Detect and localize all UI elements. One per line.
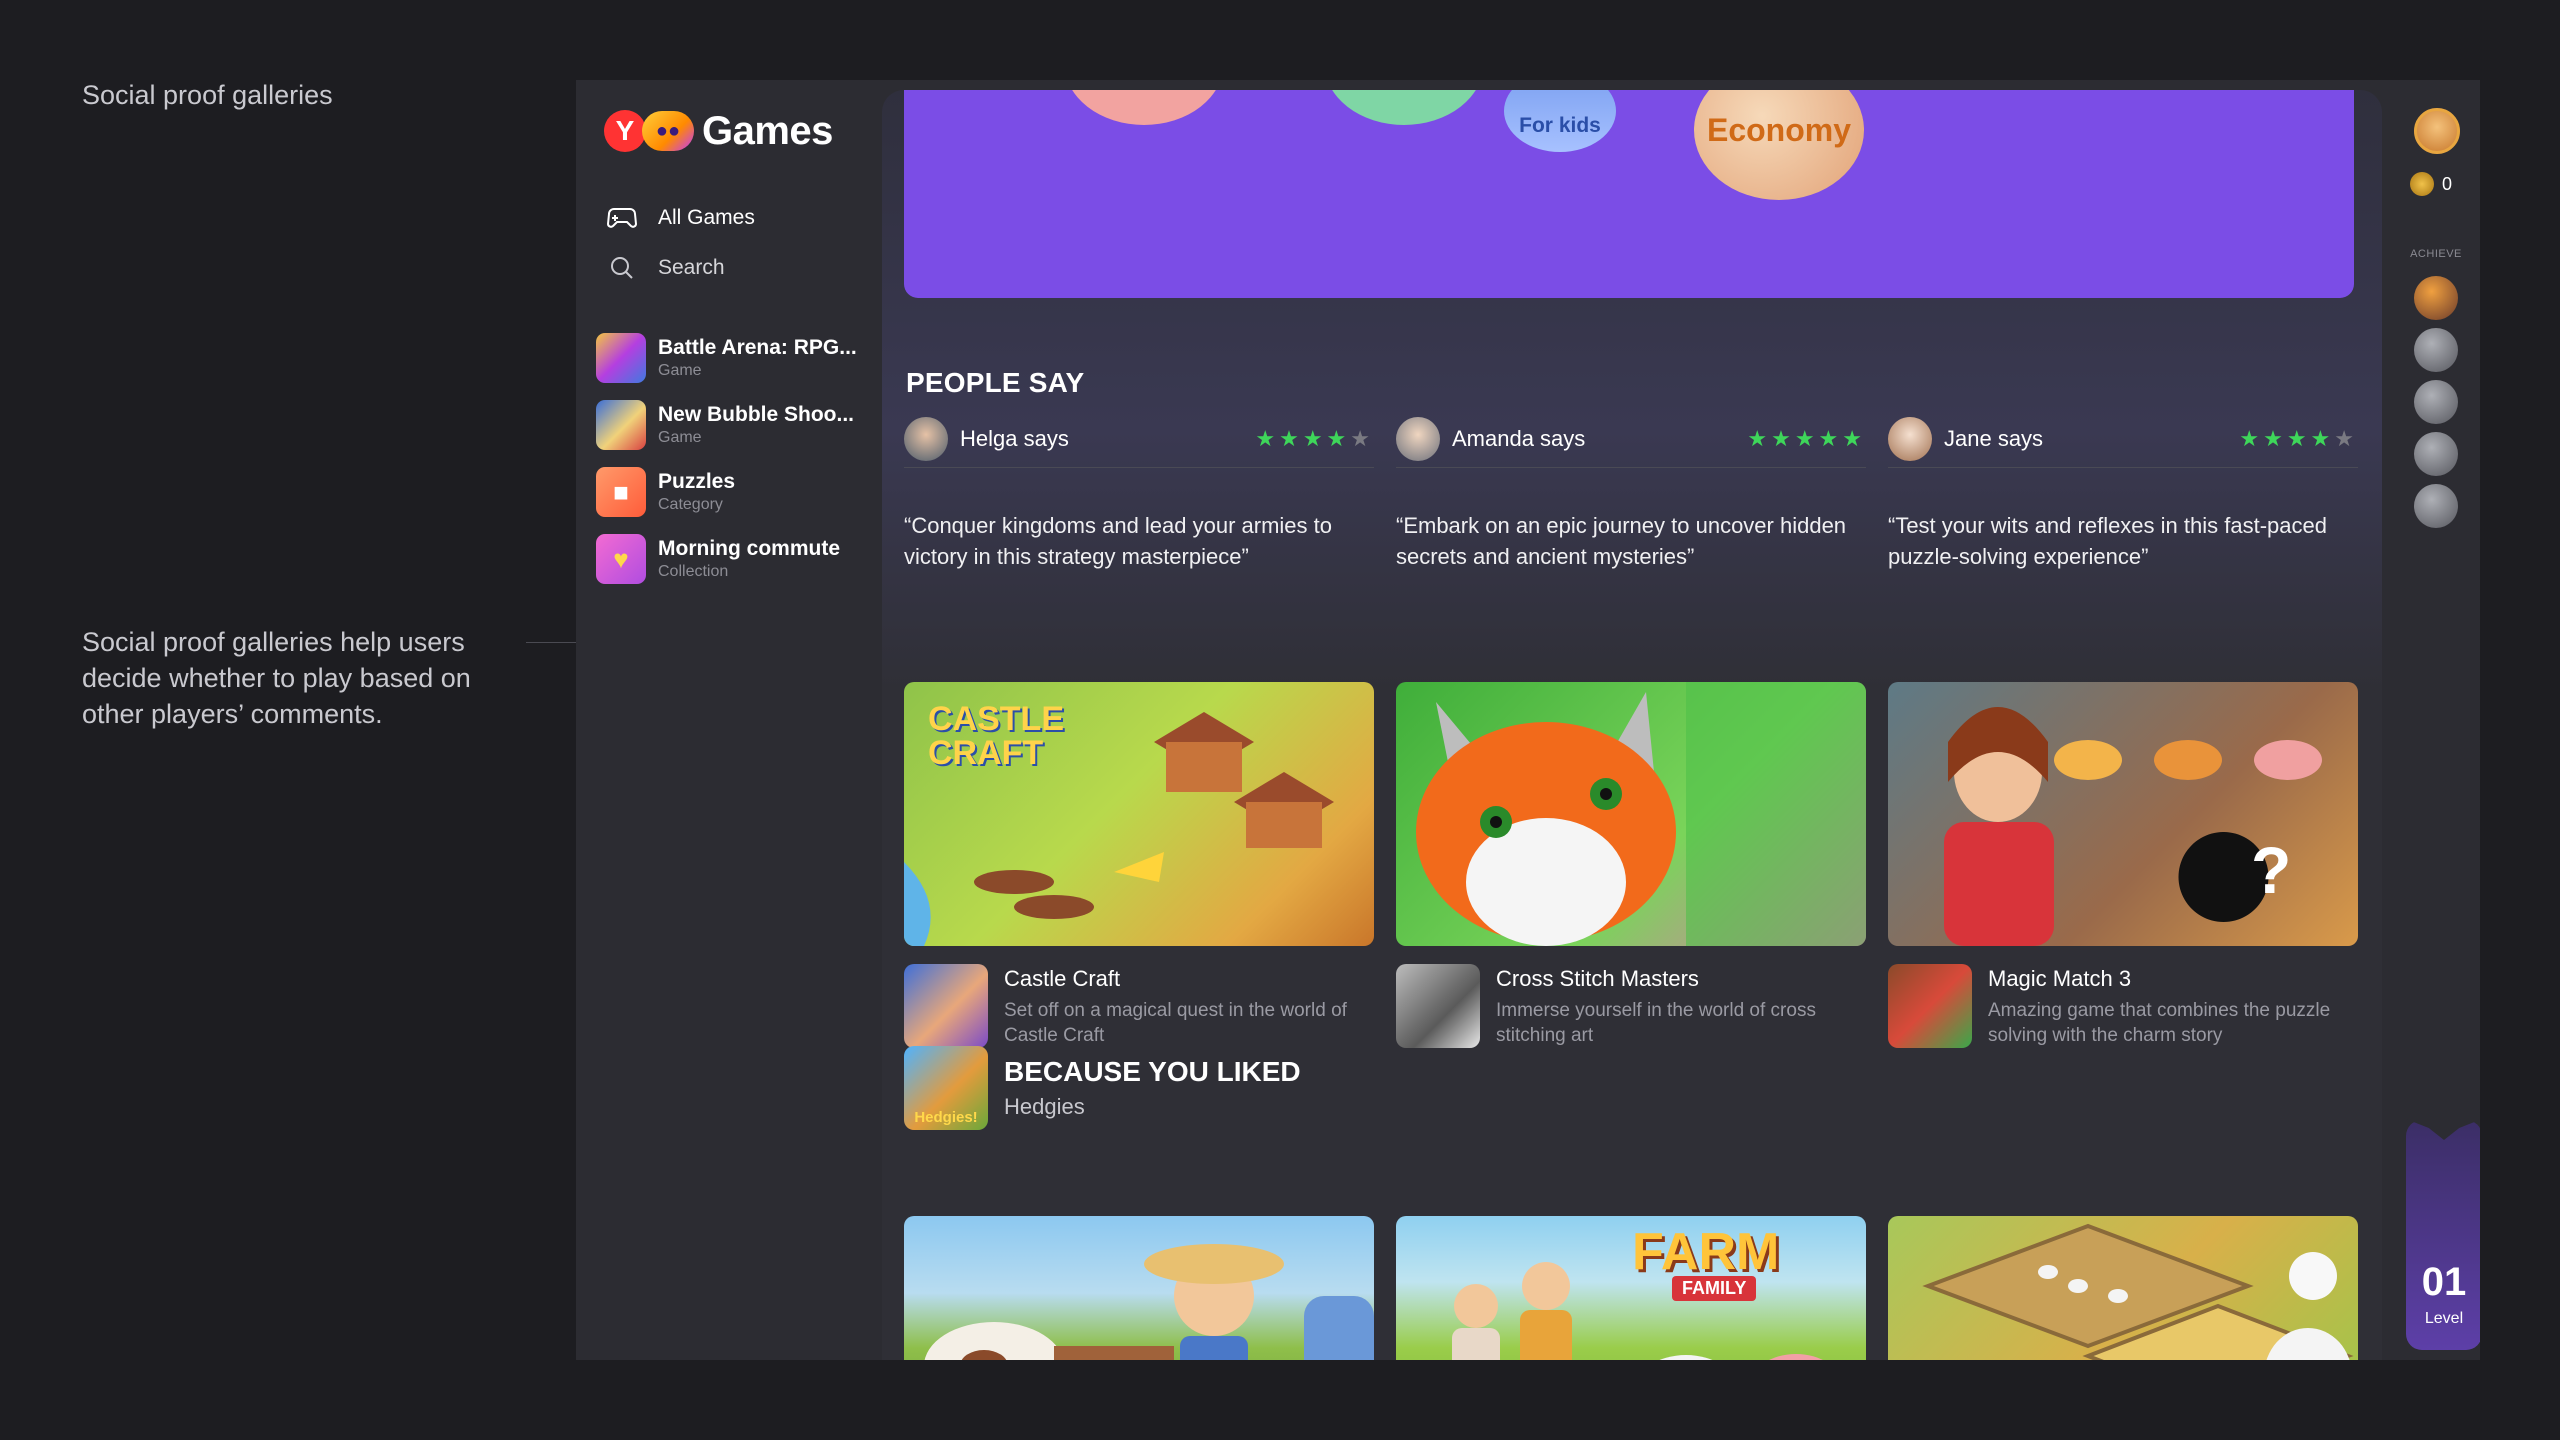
recommended-game-card[interactable]: [1888, 1216, 2358, 1360]
game-description: Amazing game that combines the puzzle so…: [1988, 1000, 2331, 1046]
review-quote: “Embark on an epic journey to uncover hi…: [1396, 513, 1847, 569]
user-avatar[interactable]: [2414, 108, 2460, 154]
gamepad-icon: [606, 202, 638, 234]
review-card: Helga says ★★★★★ “Conquer kingdoms and l…: [904, 410, 1374, 572]
recent-item-type: Game: [658, 429, 702, 446]
recent-item-battle-arena[interactable]: Battle Arena: RPG... Game: [596, 330, 876, 386]
achievement-badge-icon[interactable]: [2414, 432, 2458, 476]
farm-family-logo-subtitle: FAMILY: [1672, 1276, 1757, 1301]
game-icon: [1396, 964, 1480, 1048]
nav-all-games-label: All Games: [658, 206, 755, 229]
recent-item-name: New Bubble Shoo...: [658, 403, 855, 426]
games-app-window: Y ●● Games All Games Search Battle Arena…: [576, 80, 2480, 1360]
reviewer-name: Helga says: [960, 425, 1069, 451]
level-number: 01: [2421, 1260, 2467, 1304]
nav-search-label: Search: [658, 256, 725, 279]
category-bubble[interactable]: [1324, 90, 1484, 125]
star-rating: ★★★★★: [1255, 425, 1374, 451]
farm-girl-scene: [924, 1244, 1374, 1360]
recent-item-type: Game: [658, 362, 702, 379]
category-bubble[interactable]: [1064, 90, 1224, 125]
achievement-badge-icon[interactable]: [2414, 484, 2458, 528]
game-description: Set off on a magical quest in the world …: [1004, 1000, 1347, 1046]
yandex-logo-icon: Y: [604, 110, 646, 152]
farm-family-logo-title: FARM: [1632, 1223, 1780, 1281]
hedgies-game-icon[interactable]: Hedgies!: [904, 1046, 988, 1130]
review-card: Amanda says ★★★★★ “Embark on an epic jou…: [1396, 410, 1866, 572]
recommended-game-card[interactable]: [904, 1216, 1374, 1360]
game-icon: [904, 964, 988, 1048]
cross-stitch-image[interactable]: [1396, 682, 1866, 946]
category-banner: For kids Economy: [904, 90, 2354, 298]
logo-text: Games: [702, 108, 833, 153]
game-thumbnail: [596, 400, 646, 450]
review-card: Jane says ★★★★★ “Test your wits and refl…: [1888, 410, 2358, 572]
magic-match-image[interactable]: ?: [1888, 682, 2358, 946]
because-you-liked-heading: BECAUSE YOU LIKED: [1004, 1056, 1301, 1087]
sidebar: Y ●● Games All Games Search Battle Arena…: [576, 80, 882, 1360]
farm-family-scene: [1452, 1262, 1823, 1360]
nav-search[interactable]: Search: [606, 248, 725, 288]
category-bubble-economy[interactable]: Economy: [1694, 90, 1864, 200]
search-icon: [606, 252, 638, 284]
reviewer-name: Amanda says: [1452, 425, 1586, 451]
right-sidebar: 0 ACHIEVE 01 Level: [2392, 80, 2480, 1360]
hedgies-icon-text: Hedgies!: [914, 1109, 978, 1126]
level-label: Level: [2424, 1310, 2464, 1327]
achievement-badge-icon[interactable]: [2414, 380, 2458, 424]
pixel-fox-art: [1416, 682, 1866, 946]
recent-item-name: Morning commute: [658, 537, 840, 560]
main-content: For kids Economy PEOPLE SAY Helga says ★…: [882, 90, 2382, 1360]
star-rating: ★★★★★: [2239, 425, 2358, 451]
recent-item-morning-commute[interactable]: ♥ Morning commute Collection: [596, 531, 876, 587]
bomb-achievement-icon[interactable]: [2414, 276, 2458, 320]
nav-all-games[interactable]: All Games: [606, 198, 755, 238]
reviewer-avatar: [1888, 416, 1932, 461]
game-title: Magic Match 3: [1988, 966, 2132, 991]
coin-icon: [2410, 172, 2434, 196]
reviewer-avatar: [1396, 416, 1440, 461]
star-rating: ★★★★★: [1747, 425, 1866, 451]
category-bubble-for-kids[interactable]: For kids: [1504, 90, 1616, 152]
recent-item-name: Battle Arena: RPG...: [658, 336, 857, 359]
because-you-liked-subtitle: Hedgies: [1004, 1094, 1085, 1119]
game-item-castle-craft[interactable]: Castle Craft Set off on a magical quest i…: [904, 964, 1374, 1054]
coin-count: 0: [2442, 173, 2453, 194]
reviewer-name: Jane says: [1944, 425, 2044, 451]
game-description: Immerse yourself in the world of cross s…: [1496, 1000, 1816, 1046]
annotation-description: Social proof galleries help users decide…: [82, 627, 471, 729]
castle-craft-scene: [904, 712, 1334, 946]
castle-craft-image[interactable]: CASTLE CRAFT: [904, 682, 1374, 946]
coin-balance[interactable]: 0: [2410, 172, 2452, 196]
annotation-title: Social proof galleries: [82, 80, 333, 110]
recent-item-name: Puzzles: [658, 470, 736, 493]
recommended-game-card[interactable]: FARM FAMILY: [1396, 1216, 1866, 1360]
game-icon: [1888, 964, 1972, 1048]
review-quote: “Test your wits and reflexes in this fas…: [1888, 513, 2327, 569]
farm-fields-scene: [1922, 1223, 2354, 1360]
game-title: Castle Craft: [1004, 966, 1121, 991]
gamepad-logo-icon: ●●: [642, 111, 694, 151]
logo[interactable]: Y ●● Games: [604, 108, 833, 154]
game-title: Cross Stitch Masters: [1496, 966, 1699, 991]
achievements-label: ACHIEVE: [2410, 248, 2462, 260]
puzzle-icon: ■: [596, 467, 646, 517]
recent-item-bubble-shooter[interactable]: New Bubble Shoo... Game: [596, 397, 876, 453]
people-say-heading: PEOPLE SAY: [906, 367, 1085, 398]
game-item-cross-stitch[interactable]: Cross Stitch Masters Immerse yourself in …: [1396, 964, 1866, 1054]
mystery-item-question-mark: ?: [2251, 833, 2292, 907]
game-thumbnail: [596, 333, 646, 383]
review-quote: “Conquer kingdoms and lead your armies t…: [904, 513, 1333, 569]
recent-item-type: Category: [658, 496, 723, 513]
reviewer-avatar: [904, 416, 948, 461]
recent-item-puzzles[interactable]: ■ Puzzles Category: [596, 464, 876, 520]
achievement-badge-icon[interactable]: [2414, 328, 2458, 372]
game-item-magic-match[interactable]: Magic Match 3 Amazing game that combines …: [1888, 964, 2358, 1054]
recent-item-type: Collection: [658, 563, 729, 580]
cup-icon: ♥: [596, 534, 646, 584]
